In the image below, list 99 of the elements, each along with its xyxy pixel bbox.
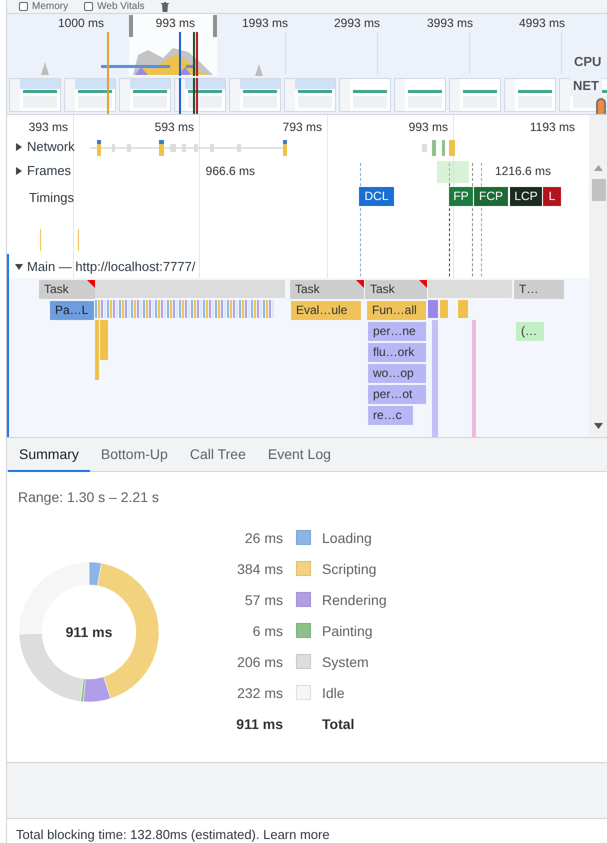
selection-handle[interactable]	[129, 15, 133, 37]
task-block[interactable]: T…	[514, 280, 564, 299]
legend-value: 6 ms	[252, 622, 283, 641]
tab[interactable]: Call Tree	[178, 438, 257, 472]
legend-label: Loading	[322, 529, 372, 548]
time-tick: 993 ms	[408, 121, 448, 133]
range-text: Range: 1.30 s – 2.21 s	[18, 488, 159, 507]
cpu-spike-drawing	[255, 64, 263, 76]
call-block[interactable]	[440, 300, 448, 318]
timing-marker[interactable]: DCL	[359, 187, 394, 206]
task-block[interactable]: Task	[39, 280, 95, 299]
legend-label: Rendering	[322, 591, 387, 610]
legend-label: Scripting	[322, 560, 376, 579]
collapsed-icon[interactable]	[15, 166, 23, 174]
net-label: NET	[570, 76, 602, 96]
timing-marker[interactable]: FP	[449, 187, 473, 206]
long-task-icon	[419, 280, 427, 288]
timing-marker[interactable]: L	[543, 187, 561, 206]
frame-bar	[437, 161, 469, 183]
task-block[interactable]	[428, 280, 512, 298]
filmstrip-frame	[504, 78, 556, 112]
call-block[interactable]: flu…ork	[368, 343, 426, 362]
call-block[interactable]: per…ot	[368, 385, 426, 404]
checkbox-label: Memory	[32, 2, 68, 12]
collapsed-icon[interactable]	[15, 142, 23, 150]
time-tick: 393 ms	[28, 121, 68, 133]
legend-label: Idle	[322, 684, 345, 703]
legend-value: 26 ms	[244, 529, 283, 548]
filmstrip-frame	[394, 78, 446, 112]
call-block[interactable]	[472, 320, 476, 437]
checkbox-label: Web Vitals	[97, 2, 145, 12]
trash-icon[interactable]	[160, 2, 169, 12]
time-tick: 3993 ms	[426, 17, 473, 29]
scrollbar-thumb[interactable]	[592, 179, 606, 201]
legend-value: 232 ms	[237, 684, 283, 703]
time-tick: 593 ms	[154, 121, 194, 133]
call-block[interactable]: re…c	[368, 406, 413, 425]
time-tick: 4993 ms	[518, 17, 565, 29]
total-label: Total	[322, 715, 354, 734]
network-bar	[186, 65, 193, 68]
track-label: Frames	[27, 164, 72, 177]
call-block[interactable]: Eval…ule	[291, 301, 361, 320]
time-tick: 1993 ms	[242, 17, 288, 29]
long-task-icon	[87, 280, 95, 288]
footer-text: Total blocking time: 132.80ms (estimated).	[16, 827, 260, 842]
call-block[interactable]: wo…op	[368, 364, 426, 383]
cpu-label: CPU	[574, 53, 602, 71]
call-block[interactable]: (…	[516, 322, 544, 341]
frame-duration: 966.6 ms	[206, 165, 255, 177]
marker-line	[179, 32, 181, 76]
time-tick: 793 ms	[282, 121, 322, 133]
call-block[interactable]	[458, 300, 468, 318]
call-block[interactable]: Fun…all	[367, 301, 426, 320]
task-block[interactable]: Task	[365, 280, 427, 299]
tab[interactable]: Event Log	[256, 438, 342, 472]
call-block[interactable]	[432, 320, 438, 437]
legend-label: Painting	[322, 622, 373, 641]
time-tick: 2993 ms	[334, 17, 380, 29]
filmstrip-frame	[229, 78, 281, 112]
track-label: Network	[27, 140, 75, 153]
track-label: Main — http://localhost:7777/	[27, 260, 196, 273]
timing-marker[interactable]: LCP	[510, 187, 542, 206]
call-block[interactable]: Pa…L	[50, 301, 94, 320]
call-block[interactable]	[428, 300, 438, 318]
task-block[interactable]	[95, 280, 285, 298]
tab[interactable]: Bottom-Up	[90, 438, 179, 472]
scroll-down-icon[interactable]	[594, 423, 603, 429]
filmstrip-frame	[284, 78, 336, 112]
expanded-icon[interactable]	[15, 262, 23, 270]
learn-more-link[interactable]: Learn more	[263, 827, 330, 842]
legend-label: System	[322, 653, 369, 672]
filmstrip-frame	[339, 78, 391, 112]
total-value: 911 ms	[236, 715, 283, 734]
scroll-up-icon[interactable]	[594, 165, 603, 171]
checkbox[interactable]	[19, 2, 28, 11]
scroll-handle[interactable]	[596, 98, 606, 114]
filmstrip-frame	[64, 78, 116, 112]
call-block[interactable]: per…ne	[368, 322, 426, 341]
filmstrip-frame	[119, 78, 171, 112]
long-task-icon	[356, 280, 364, 288]
call-block[interactable]	[95, 320, 99, 380]
selection-handle[interactable]	[213, 15, 217, 37]
timing-marker[interactable]: FCP	[474, 187, 508, 206]
call-block[interactable]	[100, 320, 108, 360]
filmstrip-frame	[449, 78, 501, 112]
time-tick: 1000 ms	[58, 17, 104, 29]
donut-total: 911 ms	[64, 623, 114, 642]
time-tick: 993 ms	[156, 17, 195, 29]
time-tick: 1193 ms	[530, 121, 575, 133]
selection-window[interactable]: 993 ms	[129, 14, 217, 76]
legend-value: 384 ms	[237, 560, 283, 579]
track-label: Timings	[29, 191, 74, 204]
legend-value: 57 ms	[244, 591, 283, 610]
frame-duration: 1216.6 ms	[494, 165, 551, 177]
legend-value: 206 ms	[237, 653, 283, 672]
cpu-spike-drawing	[41, 62, 49, 75]
marker-line	[179, 78, 181, 114]
checkbox[interactable]	[84, 2, 94, 11]
task-block[interactable]: Task	[290, 280, 364, 299]
